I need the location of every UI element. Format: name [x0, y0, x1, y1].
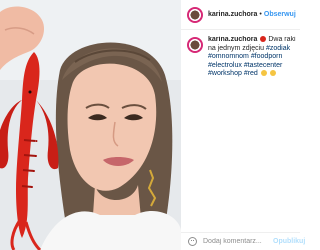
post-photo-illustration [0, 0, 181, 250]
separator-dot: • [259, 11, 262, 18]
smiley-emoji-icon [260, 70, 267, 77]
caption-avatar[interactable] [187, 37, 203, 53]
hashtag-link[interactable]: #red [244, 70, 258, 77]
caption-body: karina.zuchora Dwa raki na jednym zdjęci… [208, 36, 300, 79]
hashtag-link[interactable]: #omnomnom [208, 53, 249, 60]
post-header: karina.zuchora • Obserwuj [181, 0, 300, 30]
emoji-picker-icon[interactable] [188, 237, 197, 246]
post-photo[interactable] [0, 0, 181, 250]
caption-username[interactable]: karina.zuchora [208, 36, 257, 43]
avatar[interactable] [187, 6, 203, 23]
hashtag-link[interactable]: #electrolux [208, 62, 242, 69]
caption: karina.zuchora Dwa raki na jednym zdjęci… [181, 36, 300, 79]
crayfish-emoji-icon [260, 36, 267, 42]
hashtag-link[interactable]: #tastecenter [244, 62, 283, 69]
hashtag-link[interactable]: #zodiak [266, 45, 290, 52]
publish-comment-button[interactable]: Opublikuj [273, 238, 309, 245]
follow-button[interactable]: Obserwuj [264, 11, 296, 18]
header-username[interactable]: karina.zuchora [208, 11, 257, 18]
hashtag-link[interactable]: #workshop [208, 70, 242, 77]
smiley-emoji-icon [269, 70, 276, 77]
hashtag-link[interactable]: #foodporn [251, 53, 283, 60]
comment-bar: Opublikuj [181, 232, 305, 250]
comment-input[interactable] [203, 238, 273, 245]
